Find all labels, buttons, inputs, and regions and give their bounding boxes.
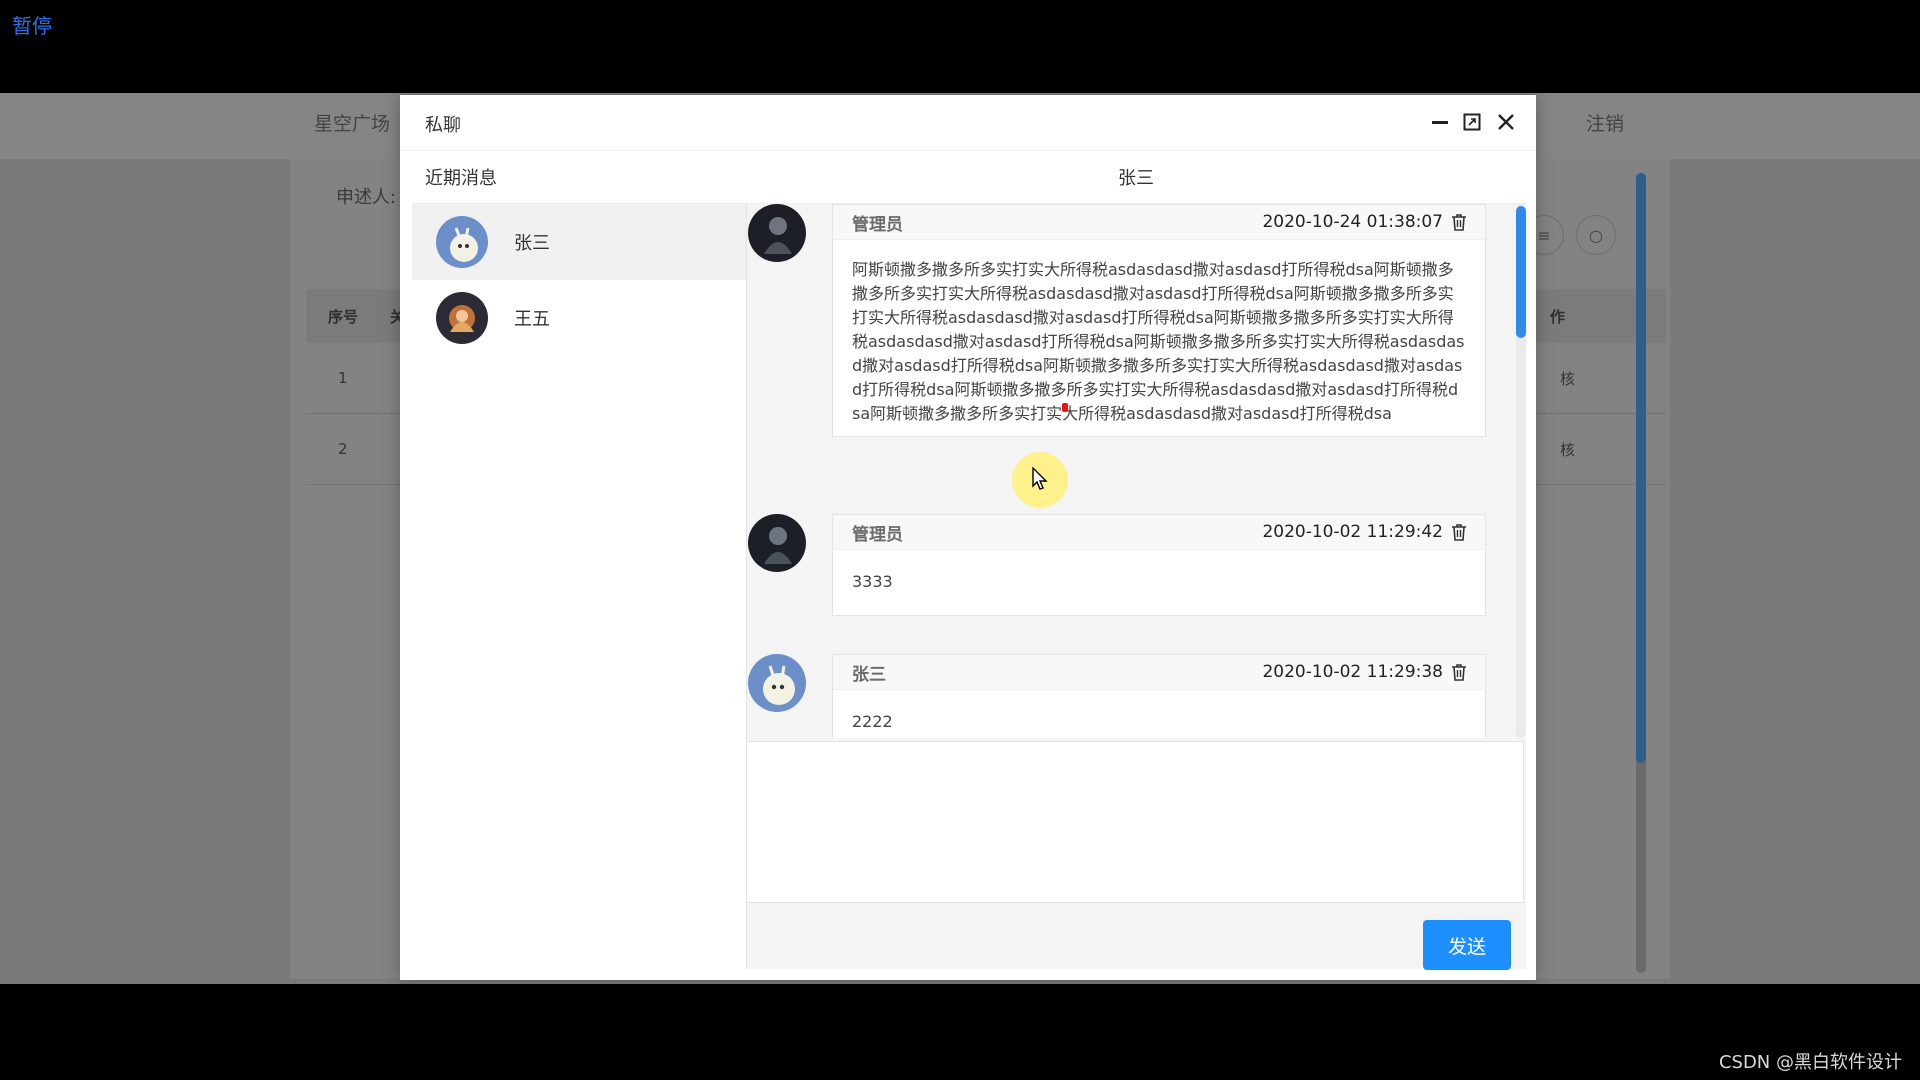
chat-panel: 张三 管理员 2020-10-24 01:38:07 阿斯顿撒多撒多所多实打实大…: [746, 151, 1526, 970]
contacts-header: 近期消息: [412, 151, 746, 204]
chat-scrollbar[interactable]: [1516, 204, 1526, 738]
avatar: [748, 654, 806, 712]
dialog-header: 私聊: [400, 95, 1536, 151]
send-button[interactable]: 发送: [1423, 920, 1511, 970]
mouse-pointer-icon: [1032, 467, 1048, 490]
message-text: 3333: [852, 572, 893, 591]
pause-label[interactable]: 暂停: [12, 10, 52, 39]
message-time: 2020-10-02 11:29:38: [1262, 662, 1443, 682]
chat-title: 张三: [746, 151, 1526, 204]
message-header: 张三 2020-10-02 11:29:38: [833, 655, 1485, 690]
message-header: 管理员 2020-10-02 11:29:42: [833, 515, 1485, 550]
contacts-panel: 近期消息 张三 王五: [412, 151, 747, 969]
maximize-icon[interactable]: [1458, 108, 1486, 136]
minimize-icon[interactable]: [1426, 108, 1454, 136]
message-bubble: 管理员 2020-10-24 01:38:07 阿斯顿撒多撒多所多实打实大所得税…: [832, 204, 1486, 437]
contact-name: 王五: [514, 309, 550, 330]
search-icon[interactable]: ○: [1576, 215, 1616, 255]
avatar: [436, 216, 488, 268]
trash-icon[interactable]: [1451, 523, 1467, 541]
message-header: 管理员 2020-10-24 01:38:07: [833, 205, 1485, 240]
row-action[interactable]: 核: [1560, 368, 1575, 389]
header-action: 作: [1550, 307, 1566, 326]
nav-logout[interactable]: 注销: [1586, 109, 1624, 136]
avatar: [748, 204, 806, 262]
row-index: 1: [338, 369, 348, 387]
contact-name: 张三: [514, 233, 550, 254]
dialog-title: 私聊: [425, 115, 461, 136]
red-marker: [1062, 403, 1068, 412]
contact-item-wangwu[interactable]: 王五: [412, 280, 746, 356]
message-text: 阿斯顿撒多撒多所多实打实大所得税asdasdasd撒对asdasd打所得税dsa…: [852, 260, 1465, 423]
filter-label: 申述人:: [336, 187, 397, 208]
row-action[interactable]: 核: [1560, 439, 1575, 460]
private-chat-dialog: 私聊 近期消息 张三 王五 张三 管理员 2020-10-24 01:38:07…: [400, 95, 1536, 980]
trash-icon[interactable]: [1451, 663, 1467, 681]
dialog-body: 近期消息 张三 王五 张三 管理员 2020-10-24 01:38:07 阿斯…: [412, 151, 1526, 970]
page-scrollbar-thumb[interactable]: [1636, 173, 1646, 763]
trash-icon[interactable]: [1451, 213, 1467, 231]
close-icon[interactable]: [1492, 108, 1520, 136]
avatar: [436, 292, 488, 344]
watermark: CSDN @黑白软件设计: [1718, 1052, 1902, 1073]
message-sender: 管理员: [852, 524, 903, 545]
message-sender: 张三: [852, 664, 886, 685]
message-list[interactable]: 管理员 2020-10-24 01:38:07 阿斯顿撒多撒多所多实打实大所得税…: [746, 204, 1526, 738]
message-time: 2020-10-02 11:29:42: [1262, 522, 1443, 542]
message-sender: 管理员: [852, 214, 903, 235]
header-index: 序号: [328, 307, 359, 326]
avatar: [748, 514, 806, 572]
contact-item-zhangsan[interactable]: 张三: [412, 204, 746, 280]
page-scrollbar[interactable]: [1636, 173, 1646, 973]
row-index: 2: [338, 440, 348, 458]
message-text: 2222: [852, 712, 893, 731]
chat-scrollbar-thumb[interactable]: [1516, 206, 1526, 338]
message-bubble: 张三 2020-10-02 11:29:38 2222: [832, 654, 1486, 738]
message-time: 2020-10-24 01:38:07: [1262, 212, 1443, 232]
message-bubble: 管理员 2020-10-02 11:29:42 3333: [832, 514, 1486, 616]
message-input[interactable]: [746, 741, 1524, 903]
nav-plaza[interactable]: 星空广场: [314, 109, 390, 136]
